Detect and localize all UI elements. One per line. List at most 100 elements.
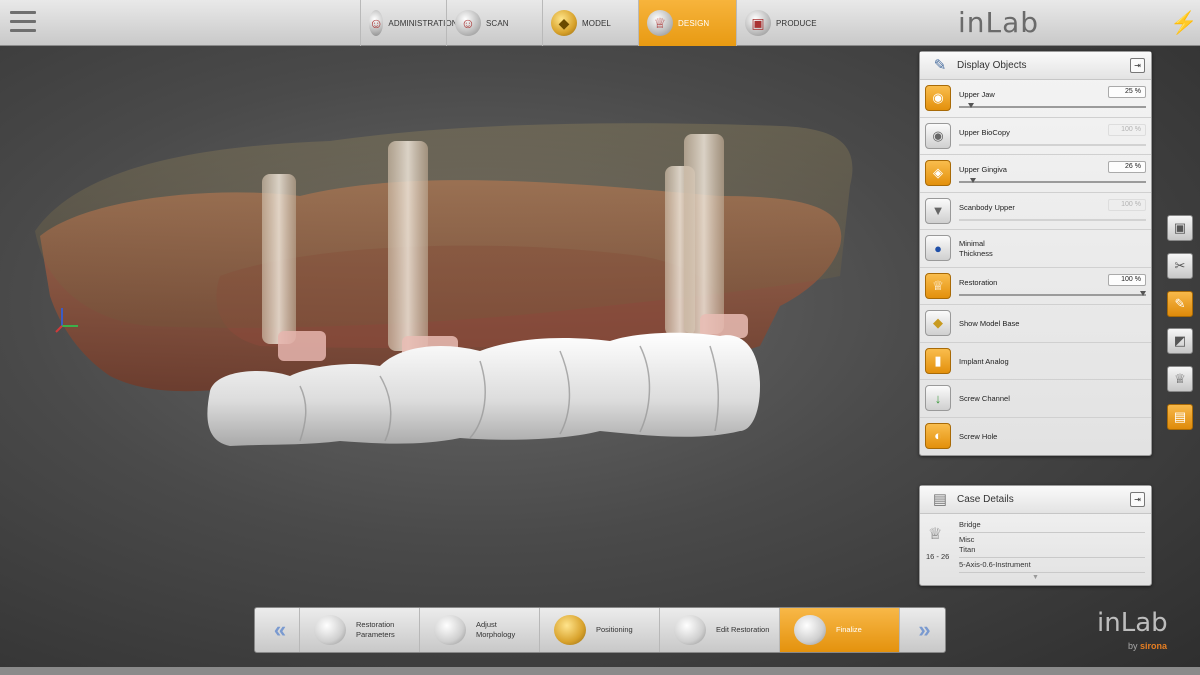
- phase-label-line2: Morphology: [476, 630, 516, 639]
- display-objects-icon: ✎: [933, 56, 947, 74]
- screw-channel-icon[interactable]: ↓: [925, 385, 951, 411]
- panel-title: Display Objects: [957, 60, 1027, 71]
- step-scan[interactable]: ☺ SCAN: [446, 0, 542, 46]
- upper-biocopy-icon[interactable]: ◉: [925, 122, 951, 149]
- edit-tool-icon[interactable]: ✎: [1167, 291, 1193, 317]
- workflow-steps: ☺ ADMINISTRATION ☺ SCAN ◆ MODEL ♕ DESIGN…: [360, 0, 840, 46]
- object-label: Show Model Base: [959, 319, 1020, 328]
- opacity-value[interactable]: 100 %: [1108, 123, 1146, 136]
- step-label: SCAN: [486, 18, 509, 28]
- display-object-row[interactable]: ♕ Restoration 100 %: [920, 268, 1151, 305]
- opacity-slider[interactable]: [959, 103, 1146, 108]
- object-label: Upper Gingiva: [959, 165, 1007, 174]
- expand-chevron-icon[interactable]: ▼: [1032, 574, 1039, 581]
- slider-thumb[interactable]: [970, 178, 977, 183]
- implant-analog-icon[interactable]: ▮: [925, 347, 951, 374]
- step-administration[interactable]: ☺ ADMINISTRATION: [360, 0, 458, 46]
- panel-header: ▤ Case Details: [920, 486, 1151, 514]
- display-object-row[interactable]: ◐ Screw Hole: [920, 418, 1151, 456]
- brand-logo: inLab: [958, 6, 1040, 39]
- brand-by: by: [1128, 641, 1138, 651]
- display-object-row[interactable]: ◉ Upper BioCopy 100 %: [920, 118, 1151, 155]
- case-details-body: ♕ 16 - 26 Bridge Misc Titan 5-Axis-0.6-I…: [920, 514, 1151, 586]
- brand-company-name: sirona: [1140, 641, 1168, 651]
- opacity-slider[interactable]: [959, 178, 1146, 183]
- case-book-icon: ▤: [932, 490, 948, 508]
- object-label: Upper BioCopy: [959, 127, 1010, 137]
- opacity-slider[interactable]: [959, 290, 1147, 296]
- tooth-range: 16 - 26: [926, 552, 950, 561]
- upper-gingiva-icon[interactable]: ◈: [925, 160, 951, 186]
- jaw-icon: ☺: [369, 10, 384, 36]
- menu-icon[interactable]: [10, 11, 36, 33]
- mill-block-icon: ▣: [745, 10, 771, 36]
- pin-panel-icon[interactable]: ⇥: [1130, 58, 1145, 73]
- display-object-row[interactable]: ◈ Upper Gingiva 26 %: [920, 155, 1151, 193]
- phase-label: Adjust Morphology: [476, 620, 515, 640]
- screw-hole-icon[interactable]: ◐: [925, 422, 951, 449]
- design-phase-bar: « Restoration Parameters Adjust Morphology…: [254, 607, 946, 653]
- step-design[interactable]: ♕ DESIGN: [638, 0, 736, 46]
- scanbody-icon[interactable]: ▼: [925, 197, 951, 224]
- status-strip: [0, 667, 1200, 675]
- phase-restoration-parameters[interactable]: Restoration Parameters: [299, 608, 419, 652]
- step-label: DESIGN: [678, 18, 710, 28]
- phase-adjust-morphology[interactable]: Adjust Morphology: [419, 608, 539, 652]
- restoration-type: Bridge: [959, 520, 981, 529]
- analysis-icon[interactable]: ◩: [1167, 328, 1193, 354]
- object-label: Scanbody Upper: [959, 202, 1015, 212]
- crown-design-icon: ♕: [647, 10, 673, 36]
- object-label-line2: Thickness: [959, 249, 993, 258]
- divider: [959, 572, 1145, 573]
- pin-panel-icon[interactable]: ⇥: [1130, 492, 1145, 507]
- object-label-line1: Minimal: [959, 239, 985, 248]
- display-object-row[interactable]: ↓ Screw Channel: [920, 380, 1151, 418]
- slider-thumb[interactable]: [968, 103, 975, 108]
- phase-label: Finalize: [836, 625, 862, 634]
- step-produce[interactable]: ▣ PRODUCE: [736, 0, 840, 46]
- opacity-value[interactable]: 100 %: [1108, 198, 1146, 211]
- object-label: Restoration: [959, 277, 998, 287]
- opacity-value[interactable]: 25 %: [1108, 86, 1146, 98]
- phase-label: Positioning: [596, 625, 633, 634]
- phase-label-line1: Adjust: [476, 620, 497, 629]
- upper-jaw-icon[interactable]: ◉: [925, 85, 951, 111]
- opacity-value[interactable]: 26 %: [1108, 161, 1146, 173]
- panel-header: ✎ Display Objects: [920, 52, 1151, 80]
- opacity-slider[interactable]: [959, 218, 1146, 221]
- minimal-thickness-icon[interactable]: ●: [925, 235, 951, 261]
- step-label: PRODUCE: [776, 18, 817, 28]
- tooth-library-icon[interactable]: ♕: [1167, 366, 1193, 392]
- model-base-icon[interactable]: ◆: [925, 310, 951, 336]
- display-objects-panel: ✎ Display Objects ⇥ ◉ Upper Jaw 25 % ◉ U…: [919, 51, 1152, 456]
- slider-thumb[interactable]: [1140, 290, 1147, 296]
- display-objects-toggle-icon[interactable]: ▤: [1167, 404, 1193, 430]
- object-label: Upper Jaw: [959, 90, 995, 99]
- display-object-row[interactable]: ▮ Implant Analog: [920, 343, 1151, 380]
- step-model[interactable]: ◆ MODEL: [542, 0, 638, 46]
- exit-icon[interactable]: ⚡: [1170, 10, 1197, 36]
- phase-finalize[interactable]: Finalize: [779, 608, 899, 652]
- bridge-icon: ♕: [928, 526, 943, 543]
- opacity-value[interactable]: 100 %: [1108, 273, 1146, 286]
- display-object-row[interactable]: ◆ Show Model Base: [920, 305, 1151, 343]
- display-object-row[interactable]: ● Minimal Thickness: [920, 230, 1151, 268]
- display-object-row[interactable]: ◉ Upper Jaw 25 %: [920, 80, 1151, 118]
- next-phase-icon[interactable]: »: [899, 608, 943, 652]
- phase-label: Edit Restoration: [716, 625, 770, 634]
- view-cube-icon[interactable]: ▣: [1167, 215, 1193, 241]
- material-name: Titan: [959, 545, 976, 554]
- restoration-icon[interactable]: ♕: [925, 272, 951, 299]
- brand-company: by sirona: [1128, 641, 1167, 651]
- phase-positioning[interactable]: Positioning: [539, 608, 659, 652]
- previous-phase-icon[interactable]: «: [255, 608, 299, 652]
- top-toolbar: ☺ ADMINISTRATION ☺ SCAN ◆ MODEL ♕ DESIGN…: [0, 0, 1200, 46]
- display-object-row[interactable]: ▼ Scanbody Upper 100 %: [920, 193, 1151, 230]
- phase-edit-restoration[interactable]: Edit Restoration: [659, 608, 779, 652]
- divider: [959, 557, 1145, 558]
- material-maker: Misc: [959, 535, 975, 544]
- opacity-slider[interactable]: [959, 143, 1146, 146]
- edit-crown-icon: [674, 615, 706, 645]
- tools-icon[interactable]: ✂: [1167, 253, 1193, 279]
- 3d-viewport[interactable]: [0, 46, 915, 606]
